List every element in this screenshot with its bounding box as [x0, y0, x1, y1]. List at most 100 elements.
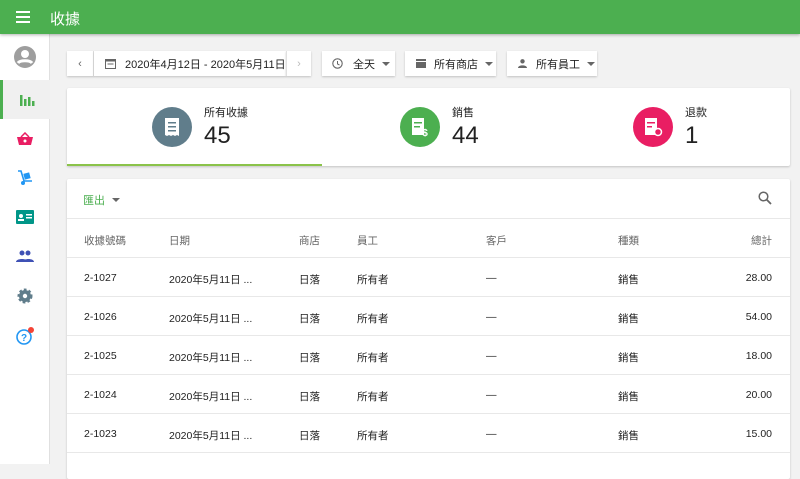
table-row[interactable]: 2-1023 2020年5月11日 ... 日落 所有者 — 銷售 15.00 [67, 414, 790, 453]
table-cell: 2-1024 [84, 389, 117, 401]
table-cell: 所有者 [357, 391, 389, 403]
column-header: 收據號碼 [84, 235, 126, 247]
svg-text:?: ? [21, 333, 27, 344]
table-cell: 2-1026 [84, 311, 117, 323]
summary-label: 所有收據 [204, 107, 248, 119]
table-cell: — [486, 311, 497, 323]
export-label: 匯出 [83, 195, 105, 207]
sidebar-item-settings[interactable] [0, 276, 50, 315]
svg-text:$: $ [422, 128, 428, 137]
store-icon [416, 59, 426, 68]
table-cell: 日落 [299, 430, 320, 442]
receipt-refund-icon [633, 107, 673, 147]
sidebar-item-customers[interactable] [0, 197, 50, 236]
table-row[interactable]: 2-1025 2020年5月11日 ... 日落 所有者 — 銷售 18.00 [67, 336, 790, 375]
employee-filter-label: 所有員工 [536, 58, 580, 71]
summary-value: 44 [452, 122, 479, 149]
basket-icon [17, 131, 33, 145]
table-cell: 2020年5月11日 ... [169, 352, 253, 364]
page-title: 收據 [50, 11, 81, 28]
account-icon [14, 45, 36, 68]
table-cell: 28.00 [745, 272, 772, 284]
sidebar-item-employees[interactable] [0, 236, 50, 275]
gear-icon [17, 288, 33, 303]
next-period-button[interactable]: › [286, 51, 311, 76]
table-cell: 日落 [299, 352, 320, 364]
summary-refunds[interactable]: 退款 1 [633, 88, 707, 166]
summary-all-receipts[interactable]: 所有收據 45 [152, 88, 248, 166]
chevron-right-icon: › [297, 57, 301, 70]
table-cell: 54.00 [745, 311, 772, 323]
summary-label: 銷售 [452, 107, 474, 119]
table-cell: — [486, 428, 497, 440]
table-cell: 2020年5月11日 ... [169, 430, 253, 442]
sidebar-item-account[interactable] [0, 37, 50, 76]
table-row[interactable]: 2-1027 2020年5月11日 ... 日落 所有者 — 銷售 28.00 [67, 258, 790, 297]
table-cell: 日落 [299, 313, 320, 325]
table-cell: 2-1025 [84, 350, 117, 362]
sidebar-item-items[interactable] [0, 119, 50, 158]
table-cell: 日落 [299, 274, 320, 286]
chevron-left-icon: ‹ [78, 57, 82, 70]
column-header: 種類 [618, 235, 639, 247]
table-cell: 2020年5月11日 ... [169, 313, 253, 325]
search-icon[interactable] [758, 191, 772, 205]
clock-icon [332, 58, 343, 69]
table-cell: 所有者 [357, 430, 389, 442]
help-icon: ? [16, 326, 34, 345]
store-filter-dropdown[interactable]: 所有商店 [405, 51, 496, 76]
table-cell: 銷售 [618, 430, 639, 442]
table-cell: — [486, 389, 497, 401]
sidebar: ? [0, 34, 50, 464]
receipt-icon [152, 107, 192, 147]
summary-value: 45 [204, 122, 231, 149]
receipts-table-card: 匯出 收據號碼 日期 商店 員工 客戶 種類 總計 2-1027 2020年5月1… [67, 179, 790, 479]
summary-card: 所有收據 45 $ 銷售 44 退款 1 [67, 88, 790, 166]
date-range-label: 2020年4月12日 - 2020年5月11日 [125, 58, 286, 71]
table-cell: 18.00 [745, 350, 772, 362]
table-cell: — [486, 350, 497, 362]
summary-label: 退款 [685, 107, 707, 119]
summary-value: 1 [685, 122, 699, 149]
caret-down-icon [112, 198, 120, 202]
column-header: 員工 [357, 235, 378, 247]
table-cell: 所有者 [357, 352, 389, 364]
sidebar-item-reports[interactable] [0, 80, 50, 119]
time-filter-label: 全天 [353, 58, 375, 71]
table-cell: — [486, 272, 497, 284]
table-row[interactable]: 2-1026 2020年5月11日 ... 日落 所有者 — 銷售 54.00 [67, 297, 790, 336]
column-header: 商店 [299, 235, 320, 247]
table-cell: 15.00 [745, 428, 772, 440]
table-cell: 2-1023 [84, 428, 117, 440]
table-row[interactable]: 2-1024 2020年5月11日 ... 日落 所有者 — 銷售 20.00 [67, 375, 790, 414]
date-range-button[interactable]: 2020年4月12日 - 2020年5月11日 [94, 51, 286, 76]
column-header: 總計 [751, 235, 772, 247]
table-cell: 20.00 [745, 389, 772, 401]
table-cell: 銷售 [618, 274, 639, 286]
employee-filter-dropdown[interactable]: 所有員工 [507, 51, 597, 76]
table-header: 收據號碼 日期 商店 員工 客戶 種類 總計 [67, 219, 790, 258]
table-cell: 銷售 [618, 352, 639, 364]
table-cell: 2020年5月11日 ... [169, 274, 253, 286]
contact-card-icon [16, 209, 34, 224]
hand-truck-icon [18, 169, 32, 185]
table-cell: 所有者 [357, 274, 389, 286]
app-bar: 收據 [0, 0, 800, 34]
column-header: 日期 [169, 235, 190, 247]
calendar-icon [105, 59, 116, 69]
sidebar-item-help[interactable]: ? [0, 316, 50, 355]
caret-down-icon [587, 61, 595, 66]
prev-period-button[interactable]: ‹ [67, 51, 94, 76]
export-button[interactable]: 匯出 [83, 192, 120, 208]
summary-sales[interactable]: $ 銷售 44 [400, 88, 479, 166]
menu-icon[interactable] [16, 11, 30, 23]
person-icon [518, 59, 527, 68]
column-header: 客戶 [486, 235, 507, 247]
sidebar-item-inventory[interactable] [0, 158, 50, 197]
table-cell: 所有者 [357, 313, 389, 325]
table-cell: 2-1027 [84, 272, 117, 284]
table-cell: 銷售 [618, 391, 639, 403]
time-filter-dropdown[interactable]: 全天 [322, 51, 395, 76]
store-filter-label: 所有商店 [434, 58, 478, 71]
bar-chart-icon [19, 94, 34, 106]
